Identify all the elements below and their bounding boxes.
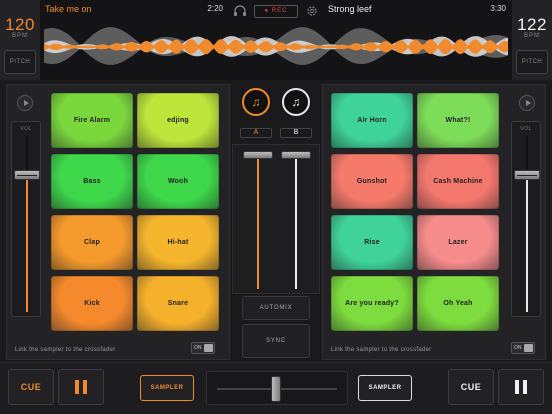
sampler-pad[interactable]: Fire Alarm xyxy=(51,93,133,148)
sampler-pad[interactable]: edjing xyxy=(137,93,219,148)
deck-b-track-title: Strong leef xyxy=(328,4,372,14)
deck-a-bpm[interactable]: 120 xyxy=(0,15,40,35)
sampler-pad[interactable]: Oh Yeah xyxy=(417,276,499,331)
sampler-pad[interactable]: Air Horn xyxy=(331,93,413,148)
deck-a-tag: A xyxy=(240,128,272,138)
deck-b-vol-label: VOL xyxy=(520,126,532,132)
deck-a-track-title: Take me on xyxy=(45,4,92,14)
deck-a-sampler-button[interactable]: SAMPLER xyxy=(140,375,194,401)
record-button[interactable]: ● REC xyxy=(254,5,298,18)
deck-b-track-time: 3:30 xyxy=(490,4,506,13)
sampler-pad[interactable]: Rise xyxy=(331,215,413,270)
channel-a-fader-knob[interactable] xyxy=(243,151,273,159)
deck-a-cue-button[interactable]: CUE xyxy=(8,369,54,405)
deck-b-play-icon[interactable] xyxy=(519,95,535,111)
deck-b-footer-text: Link the sampler to the crossfader xyxy=(331,347,432,353)
channel-b-fader-knob[interactable] xyxy=(281,151,311,159)
pause-icon xyxy=(75,380,87,394)
sampler-pad[interactable]: Gunshot xyxy=(331,154,413,209)
deck-b-tag: B xyxy=(280,128,312,138)
deck-a-play-icon[interactable] xyxy=(17,95,33,111)
deck-a-vol-knob[interactable] xyxy=(14,169,40,180)
deck-b-sampler-button[interactable]: SAMPLER xyxy=(358,375,412,401)
deck-a-bpm-unit: BPM xyxy=(11,33,28,39)
sampler-pad[interactable]: Hi-hat xyxy=(137,215,219,270)
mixer-panel: ♫ ♫ A B AUTOMIX SYNC xyxy=(232,84,320,360)
pause-icon xyxy=(515,380,527,394)
sampler-pad[interactable]: Bass xyxy=(51,154,133,209)
deck-a-track-header: Take me on 2:20 xyxy=(45,3,223,17)
top-bar: 120 BPM PITCH 122 BPM PITCH Take me on 2… xyxy=(0,0,552,80)
channel-b-fader-fill xyxy=(295,159,297,289)
channel-faders xyxy=(232,144,320,294)
deck-b-track-header: Strong leef 3:30 xyxy=(328,3,506,17)
deck-b-bpm-unit: BPM xyxy=(523,33,540,39)
deck-a-track-time: 2:20 xyxy=(207,4,223,13)
automix-button[interactable]: AUTOMIX xyxy=(242,296,310,320)
sampler-pad[interactable]: What?! xyxy=(417,93,499,148)
deck-b-pause-button[interactable] xyxy=(498,369,544,405)
crossfader-knob[interactable] xyxy=(271,376,281,402)
crossfader[interactable] xyxy=(206,371,348,405)
sync-button[interactable]: SYNC xyxy=(242,324,310,358)
sampler-pad[interactable]: Snare xyxy=(137,276,219,331)
music-note-icon: ♫ xyxy=(291,95,301,109)
deck-b-select-button[interactable]: ♫ xyxy=(282,88,310,116)
deck-b-volume-slider[interactable]: VOL xyxy=(511,121,541,317)
deck-b-bpm[interactable]: 122 xyxy=(512,15,552,35)
deck-a-vol-fill xyxy=(26,174,28,312)
deck-a-select-button[interactable]: ♫ xyxy=(242,88,270,116)
sampler-pad[interactable]: Wooh xyxy=(137,154,219,209)
deck-b-sampler-panel: VOL Air Horn What?! Gunshot Cash Machine Ris… xyxy=(322,84,546,360)
deck-b-cue-button[interactable]: CUE xyxy=(448,369,494,405)
sampler-pad[interactable]: Clap xyxy=(51,215,133,270)
gear-icon[interactable] xyxy=(306,5,318,17)
deck-a-pause-button[interactable] xyxy=(58,369,104,405)
deck-a-crossfader-link-toggle[interactable]: ON xyxy=(191,342,215,354)
deck-a-sampler-panel: VOL Fire Alarm edjing Bass Wooh Clap Hi-hat Ki… xyxy=(6,84,230,360)
deck-b-vol-knob[interactable] xyxy=(514,169,540,180)
deck-a-bpm-panel: 120 BPM PITCH xyxy=(0,0,40,80)
sampler-pad[interactable]: Kick xyxy=(51,276,133,331)
deck-a-footer-text: Link the sampler to the crossfader xyxy=(15,347,116,353)
waveform-display[interactable] xyxy=(44,20,508,74)
deck-a-pitch-button[interactable]: PITCH xyxy=(4,50,36,74)
deck-b-vol-fill xyxy=(526,174,528,312)
deck-a-vol-label: VOL xyxy=(20,126,32,132)
deck-a-volume-slider[interactable]: VOL xyxy=(11,121,41,317)
sampler-pad[interactable]: Lazer xyxy=(417,215,499,270)
channel-a-fader-fill xyxy=(257,159,259,289)
sampler-pad[interactable]: Are you ready? xyxy=(331,276,413,331)
deck-b-crossfader-link-toggle[interactable]: ON xyxy=(511,342,535,354)
deck-b-bpm-panel: 122 BPM PITCH xyxy=(512,0,552,80)
headphone-icon[interactable] xyxy=(233,5,247,17)
transport-bar: CUE SAMPLER SAMPLER CUE xyxy=(0,362,552,414)
music-note-icon: ♫ xyxy=(251,95,261,109)
sampler-pad[interactable]: Cash Machine xyxy=(417,154,499,209)
deck-b-pitch-button[interactable]: PITCH xyxy=(516,50,548,74)
